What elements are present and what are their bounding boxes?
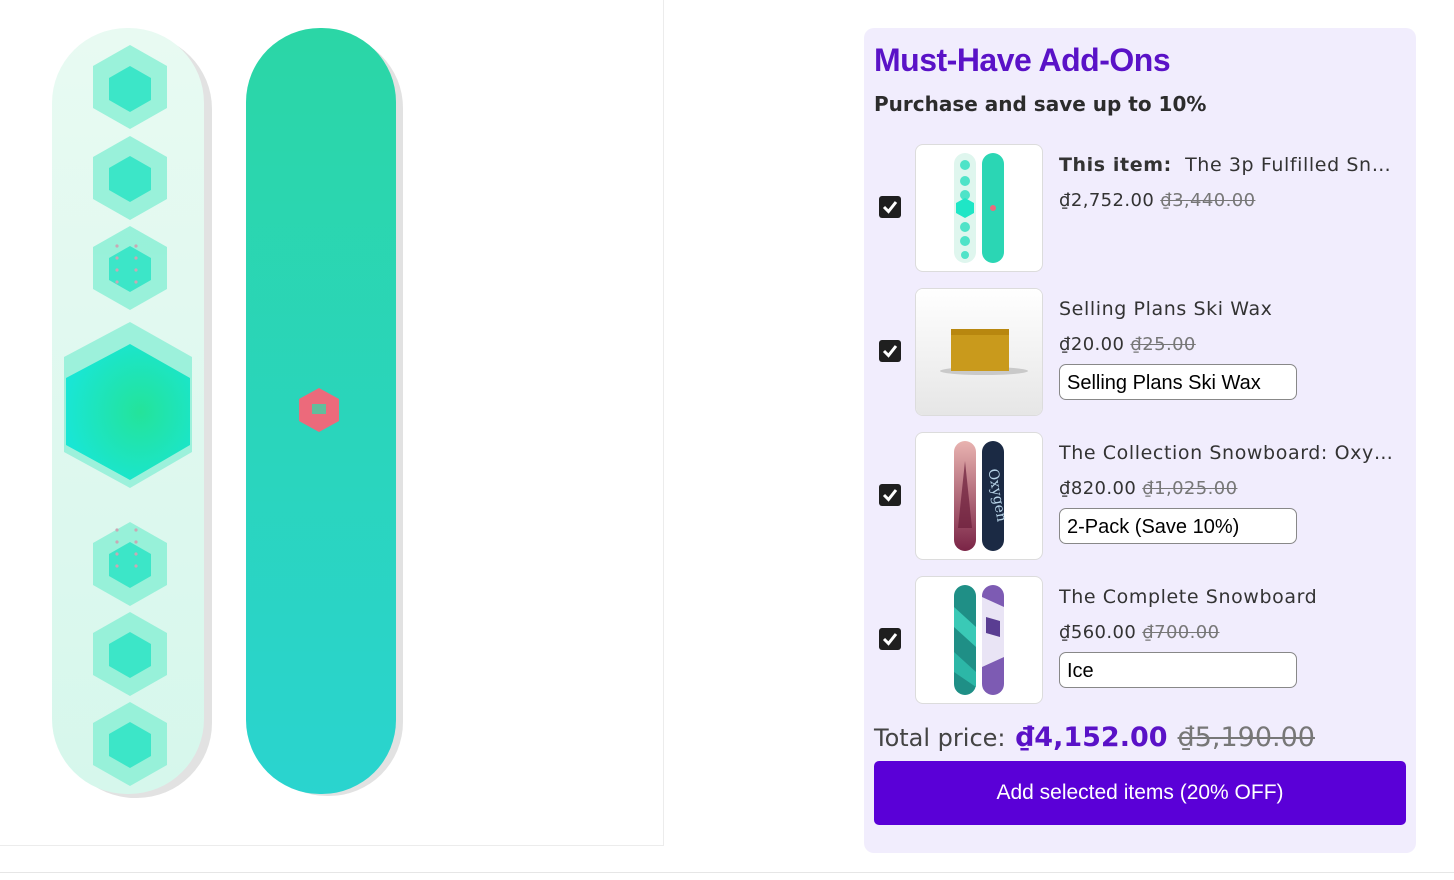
checkmark-icon <box>882 201 898 214</box>
item-thumbnail[interactable] <box>915 144 1043 272</box>
item-price: ₫2,752.00 ₫3,440.00 <box>1059 190 1255 211</box>
total-price: Total price: ₫4,152.00 ₫5,190.00 <box>874 722 1315 753</box>
this-item-label: This item: <box>1059 154 1172 176</box>
checkmark-icon <box>882 633 898 646</box>
item-name[interactable]: This item: The 3p Fulfilled Snow... <box>1059 154 1399 176</box>
page-divider <box>0 872 1454 873</box>
variant-select[interactable]: Selling Plans Ski Wax <box>1059 364 1297 400</box>
item-checkbox[interactable] <box>879 484 901 506</box>
price-current: ₫560.00 <box>1059 622 1137 643</box>
price-current: ₫2,752.00 <box>1059 190 1155 211</box>
item-price: ₫820.00 ₫1,025.00 <box>1059 478 1237 499</box>
add-selected-items-button[interactable]: Add selected items (20% OFF) <box>874 761 1406 825</box>
price-original: ₫700.00 <box>1142 622 1220 643</box>
item-name-text: The 3p Fulfilled Snow... <box>1185 154 1399 176</box>
snowboard-thumbnail-image <box>954 153 1004 263</box>
complete-snowboard-image <box>954 585 1004 695</box>
price-current: ₫20.00 <box>1059 334 1125 355</box>
price-original: ₫25.00 <box>1130 334 1196 355</box>
item-thumbnail[interactable] <box>915 576 1043 704</box>
addon-item: Selling Plans Ski Wax ₫20.00 ₫25.00 Selli… <box>864 288 1416 416</box>
item-checkbox[interactable] <box>879 196 901 218</box>
item-checkbox[interactable] <box>879 340 901 362</box>
item-name[interactable]: The Complete Snowboard <box>1059 586 1399 608</box>
total-price-current: ₫4,152.00 <box>1015 722 1168 753</box>
total-label: Total price: <box>874 724 1006 752</box>
product-gallery <box>0 0 664 846</box>
addon-item: This item: The 3p Fulfilled Snow... ₫2,7… <box>864 144 1416 272</box>
item-name[interactable]: Selling Plans Ski Wax <box>1059 298 1399 320</box>
item-name[interactable]: The Collection Snowboard: Oxygen <box>1059 442 1399 464</box>
addon-item: Oxygen The Collection Snowboard: Oxygen … <box>864 432 1416 560</box>
price-current: ₫820.00 <box>1059 478 1137 499</box>
total-price-original: ₫5,190.00 <box>1177 722 1315 753</box>
addons-title: Must-Have Add-Ons <box>874 42 1171 78</box>
oxygen-snowboard-image: Oxygen <box>954 441 1009 551</box>
ski-wax-image <box>916 289 1042 415</box>
price-original: ₫1,025.00 <box>1142 478 1238 499</box>
checkmark-icon <box>882 345 898 358</box>
checkmark-icon <box>882 489 898 502</box>
item-price: ₫560.00 ₫700.00 <box>1059 622 1220 643</box>
addon-item: The Complete Snowboard ₫560.00 ₫700.00 Ic… <box>864 576 1416 704</box>
snowboard-image <box>52 28 403 798</box>
variant-select[interactable]: 2-Pack (Save 10%) <box>1059 508 1297 544</box>
variant-select[interactable]: Ice <box>1059 652 1297 688</box>
addons-panel: Must-Have Add-Ons Purchase and save up t… <box>864 28 1416 853</box>
price-original: ₫3,440.00 <box>1160 190 1256 211</box>
item-price: ₫20.00 ₫25.00 <box>1059 334 1196 355</box>
item-thumbnail[interactable]: Oxygen <box>915 432 1043 560</box>
addons-subtitle: Purchase and save up to 10% <box>874 92 1207 116</box>
item-checkbox[interactable] <box>879 628 901 650</box>
item-thumbnail[interactable] <box>915 288 1043 416</box>
